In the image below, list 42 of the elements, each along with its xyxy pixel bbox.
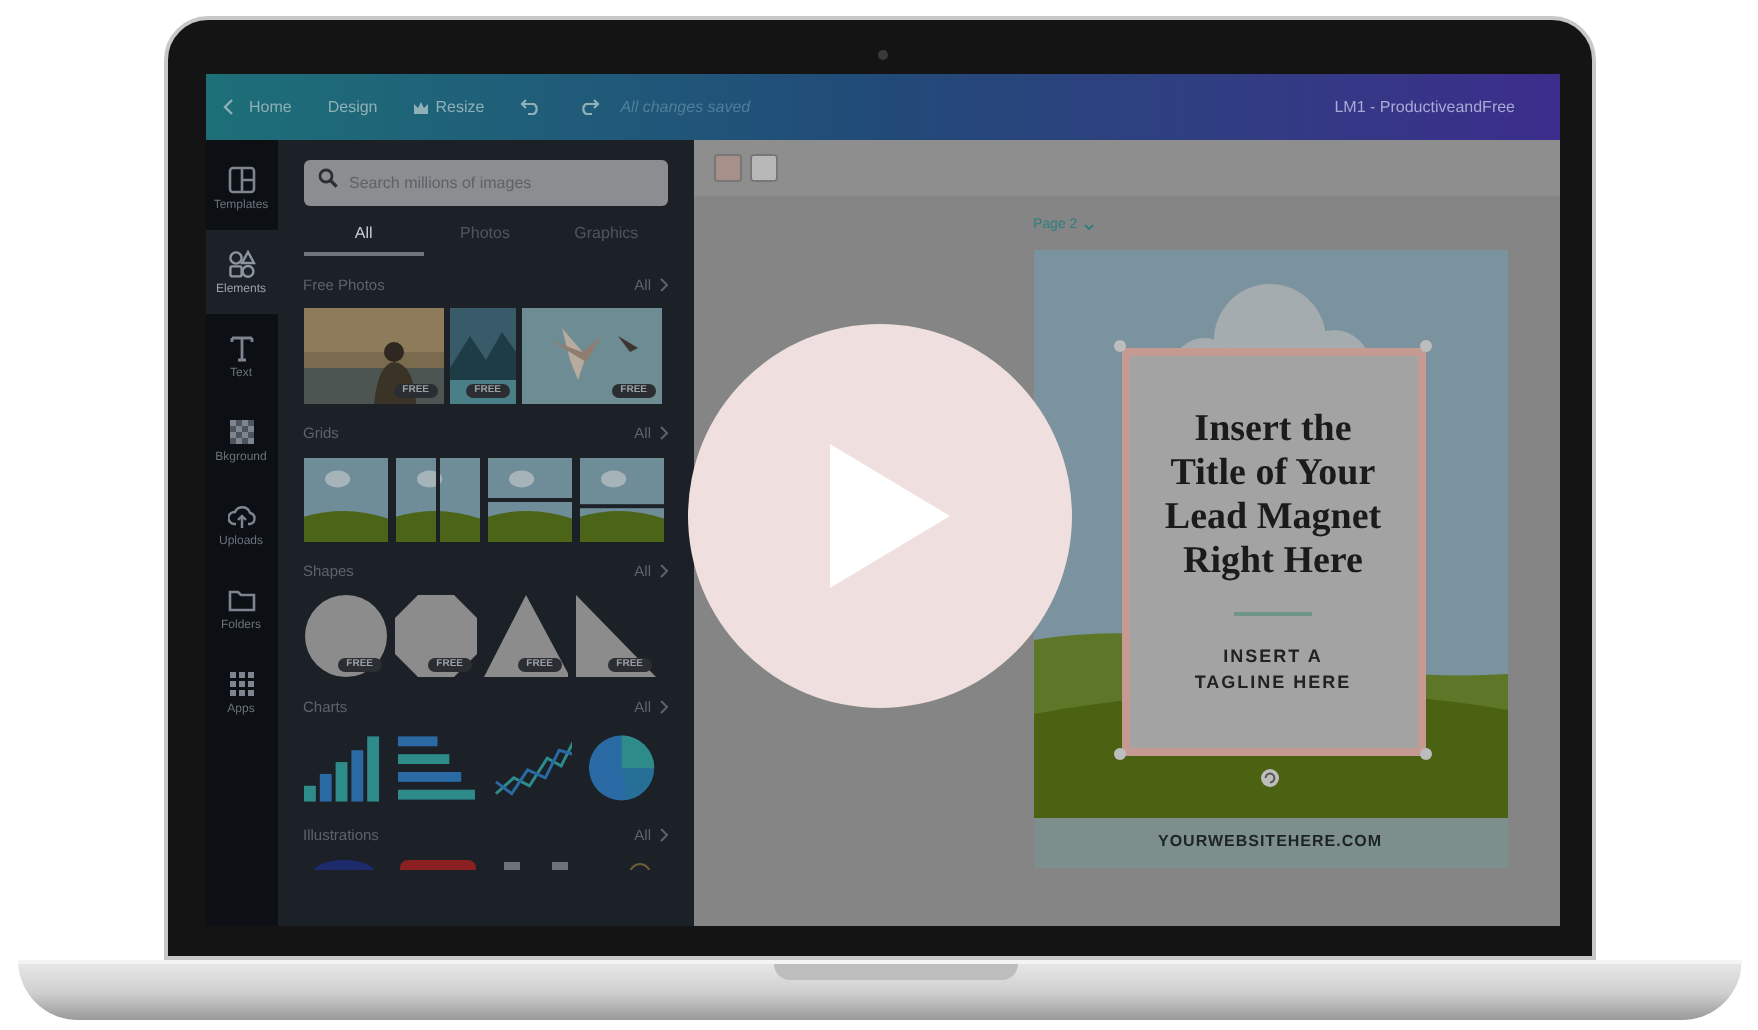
design-menu[interactable]: Design <box>327 95 378 119</box>
redo-button[interactable] <box>578 98 601 116</box>
chevron-right-icon <box>659 278 667 293</box>
title-divider <box>1234 611 1312 615</box>
shapes-icon <box>227 249 255 277</box>
grid-template-thumbnail <box>579 457 663 541</box>
horizontal-bar-chart-icon[interactable] <box>398 734 477 802</box>
grid-template-thumbnail <box>487 457 571 541</box>
upload-icon <box>227 501 255 529</box>
camera-icon <box>877 50 887 60</box>
rotate-icon <box>1259 767 1279 787</box>
layout-icon <box>227 165 255 193</box>
folder-icon <box>227 585 255 613</box>
undo-button[interactable] <box>520 98 543 116</box>
play-icon <box>829 444 949 588</box>
search-icon <box>317 168 337 188</box>
color-swatch[interactable] <box>713 154 741 182</box>
color-swatch[interactable] <box>749 154 777 182</box>
panel-tab[interactable]: All <box>303 216 425 256</box>
chevron-right-icon <box>659 828 667 843</box>
bar-chart-icon[interactable] <box>303 734 382 802</box>
back-icon <box>221 98 233 116</box>
resize-button[interactable]: Resize <box>413 95 485 119</box>
document-title: LM1 - ProductiveandFree <box>1334 95 1515 119</box>
grid-template-thumbnail <box>395 457 479 541</box>
home-button[interactable]: Home <box>221 95 292 119</box>
crown-icon <box>413 101 428 113</box>
tagline-text: INSERT A TAGLINE HERE <box>1192 643 1354 695</box>
grid-template-thumbnail <box>303 457 387 541</box>
lead-magnet-title: Insert the Title of Your Lead Magnet Right Here <box>1162 407 1384 583</box>
apps-icon <box>227 669 255 697</box>
octagon-shape[interactable] <box>393 593 477 678</box>
chevron-right-icon <box>659 563 667 578</box>
circle-shape[interactable] <box>303 593 387 678</box>
chevron-right-icon <box>659 699 667 714</box>
chevron-right-icon <box>659 426 667 441</box>
checker-icon <box>227 417 255 445</box>
caret-icon <box>1083 223 1094 230</box>
text-icon <box>227 333 255 361</box>
undo-icon <box>520 98 543 116</box>
redo-icon <box>578 98 601 116</box>
website-footer: YOURWEBSITEHERE.COM <box>1033 817 1507 867</box>
